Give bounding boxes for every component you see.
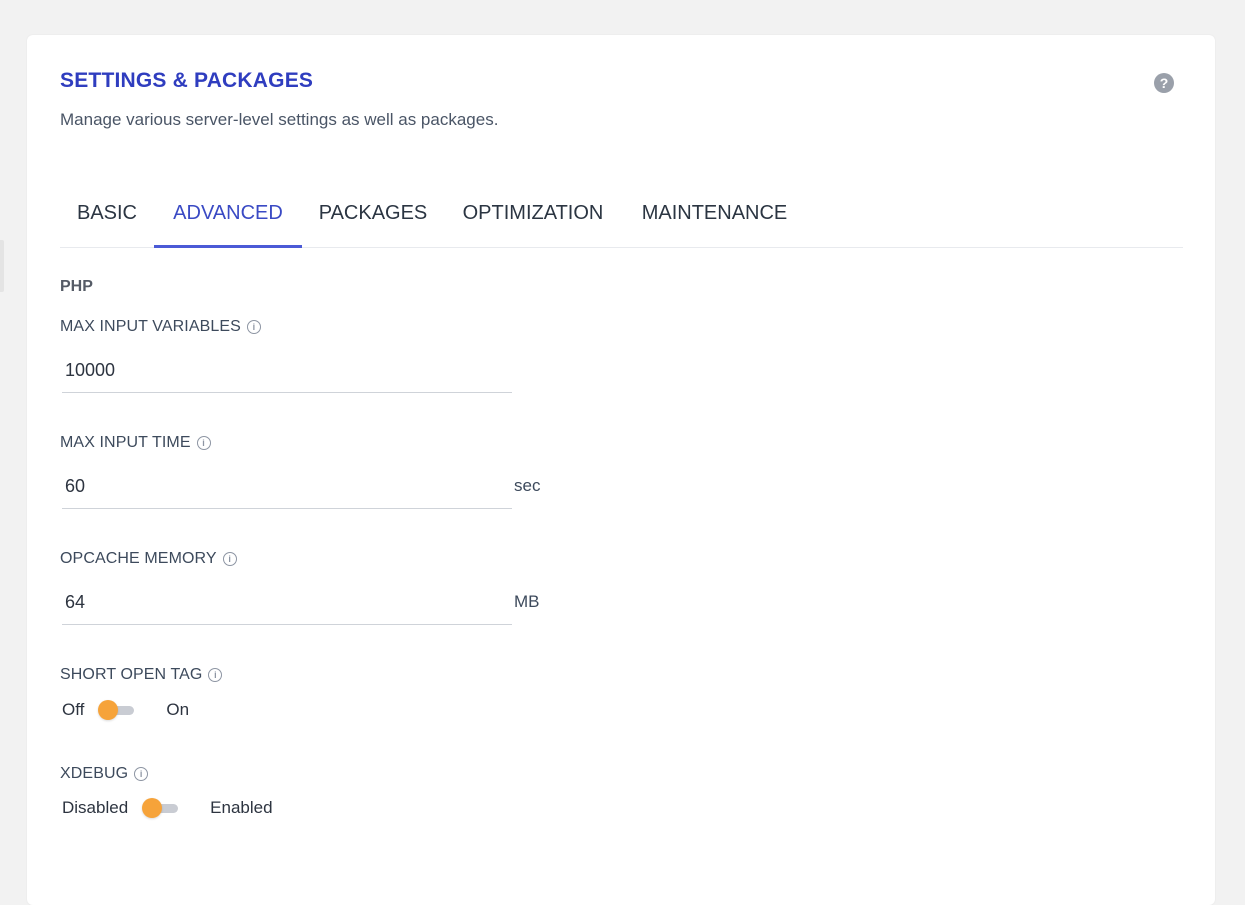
info-circle-icon[interactable]: i — [196, 436, 211, 450]
max-input-time-label: MAX INPUT TIME i — [60, 434, 211, 452]
tab-basic[interactable]: BASIC — [60, 185, 154, 247]
section-title-php: PHP — [60, 278, 93, 295]
max-input-variables-label-text: MAX INPUT VARIABLES — [60, 318, 241, 335]
short-open-tag-off-label: Off — [62, 700, 85, 719]
xdebug-label: XDEBUG i — [60, 765, 149, 783]
settings-card: SETTINGS & PACKAGES Manage various serve… — [27, 35, 1215, 905]
info-circle-icon[interactable]: i — [208, 668, 223, 682]
page-subtitle: Manage various server-level settings as … — [60, 110, 499, 129]
toggle-knob — [98, 700, 119, 720]
short-open-tag-toggle[interactable] — [98, 699, 135, 721]
page-title: SETTINGS & PACKAGES — [60, 69, 314, 92]
max-input-variables-field — [62, 349, 512, 393]
max-input-time-input[interactable] — [62, 465, 512, 508]
max-input-time-label-text: MAX INPUT TIME — [60, 434, 191, 451]
xdebug-label-text: XDEBUG — [60, 765, 129, 782]
xdebug-off-label: Disabled — [62, 798, 129, 817]
toggle-knob — [142, 798, 163, 818]
opcache-memory-input[interactable] — [62, 581, 512, 624]
opcache-memory-label: OPCACHE MEMORY i — [60, 550, 237, 568]
max-input-variables-label: MAX INPUT VARIABLES i — [60, 318, 261, 336]
short-open-tag-on-label: On — [166, 700, 190, 719]
opcache-memory-unit: MB — [514, 592, 540, 611]
opcache-memory-label-text: OPCACHE MEMORY — [60, 550, 217, 567]
short-open-tag-label-text: SHORT OPEN TAG — [60, 666, 203, 683]
max-input-time-unit: sec — [514, 476, 541, 495]
info-circle-icon[interactable]: i — [134, 767, 149, 781]
tab-maintenance[interactable]: MAINTENANCE — [622, 185, 807, 247]
tab-packages[interactable]: PACKAGES — [302, 185, 444, 247]
question-circle-icon[interactable]: ? — [1154, 73, 1174, 93]
xdebug-toggle-row: Disabled Enabled — [62, 797, 273, 819]
info-circle-icon[interactable]: i — [246, 320, 261, 334]
sidebar-edge — [0, 240, 4, 292]
xdebug-on-label: Enabled — [210, 798, 273, 817]
info-circle-icon[interactable]: i — [222, 552, 237, 566]
short-open-tag-toggle-row: Off On — [62, 699, 189, 721]
opcache-memory-field — [62, 581, 512, 625]
max-input-time-field — [62, 465, 512, 509]
tab-advanced[interactable]: ADVANCED — [154, 185, 302, 248]
xdebug-toggle[interactable] — [142, 797, 179, 819]
tab-optimization[interactable]: OPTIMIZATION — [444, 185, 622, 247]
short-open-tag-label: SHORT OPEN TAG i — [60, 666, 223, 684]
max-input-variables-input[interactable] — [62, 349, 512, 392]
settings-tabs: BASIC ADVANCED PACKAGES OPTIMIZATION MAI… — [60, 185, 1183, 248]
